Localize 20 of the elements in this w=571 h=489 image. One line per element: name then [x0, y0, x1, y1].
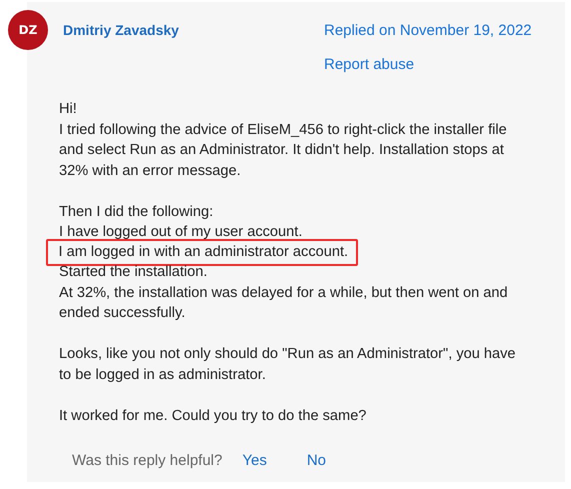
body-text: Hi! [59, 100, 77, 119]
body-text: and select Run as an Administrator. It didn't help. Installation stops at [59, 141, 504, 160]
reply-date-link[interactable]: Replied on November 19, 2022 [324, 22, 529, 39]
body-text: Started the installation. [59, 263, 208, 282]
body-text: It worked for me. Could you try to do the same? [59, 406, 366, 426]
body-text: 32% with an error message. [59, 162, 241, 180]
no-button[interactable]: No [304, 452, 328, 469]
body-text: Then I did the following: [59, 202, 214, 222]
body-text: I have logged out of my user account. [59, 223, 302, 242]
helpful-question: Was this reply helpful? [72, 452, 222, 469]
body-text: ended successfully. [59, 304, 186, 323]
body-text: Looks, like you not only should do "Run as an Administrator", you have [59, 345, 516, 364]
highlighted-text: I am logged in with an administrator account. [46, 239, 358, 266]
avatar: DZ [8, 10, 48, 50]
report-abuse-link[interactable]: Report abuse [324, 56, 529, 73]
author-name[interactable]: Dmitriy Zavadsky [63, 22, 179, 73]
body-text: I tried following the advice of EliseM_456 to right-click the installer file [59, 120, 507, 140]
yes-button[interactable]: Yes [240, 452, 269, 469]
body-text: to be logged in as administrator. [59, 366, 266, 384]
body-text: At 32%, the installation was delayed for a while, but then went on and [59, 284, 508, 302]
